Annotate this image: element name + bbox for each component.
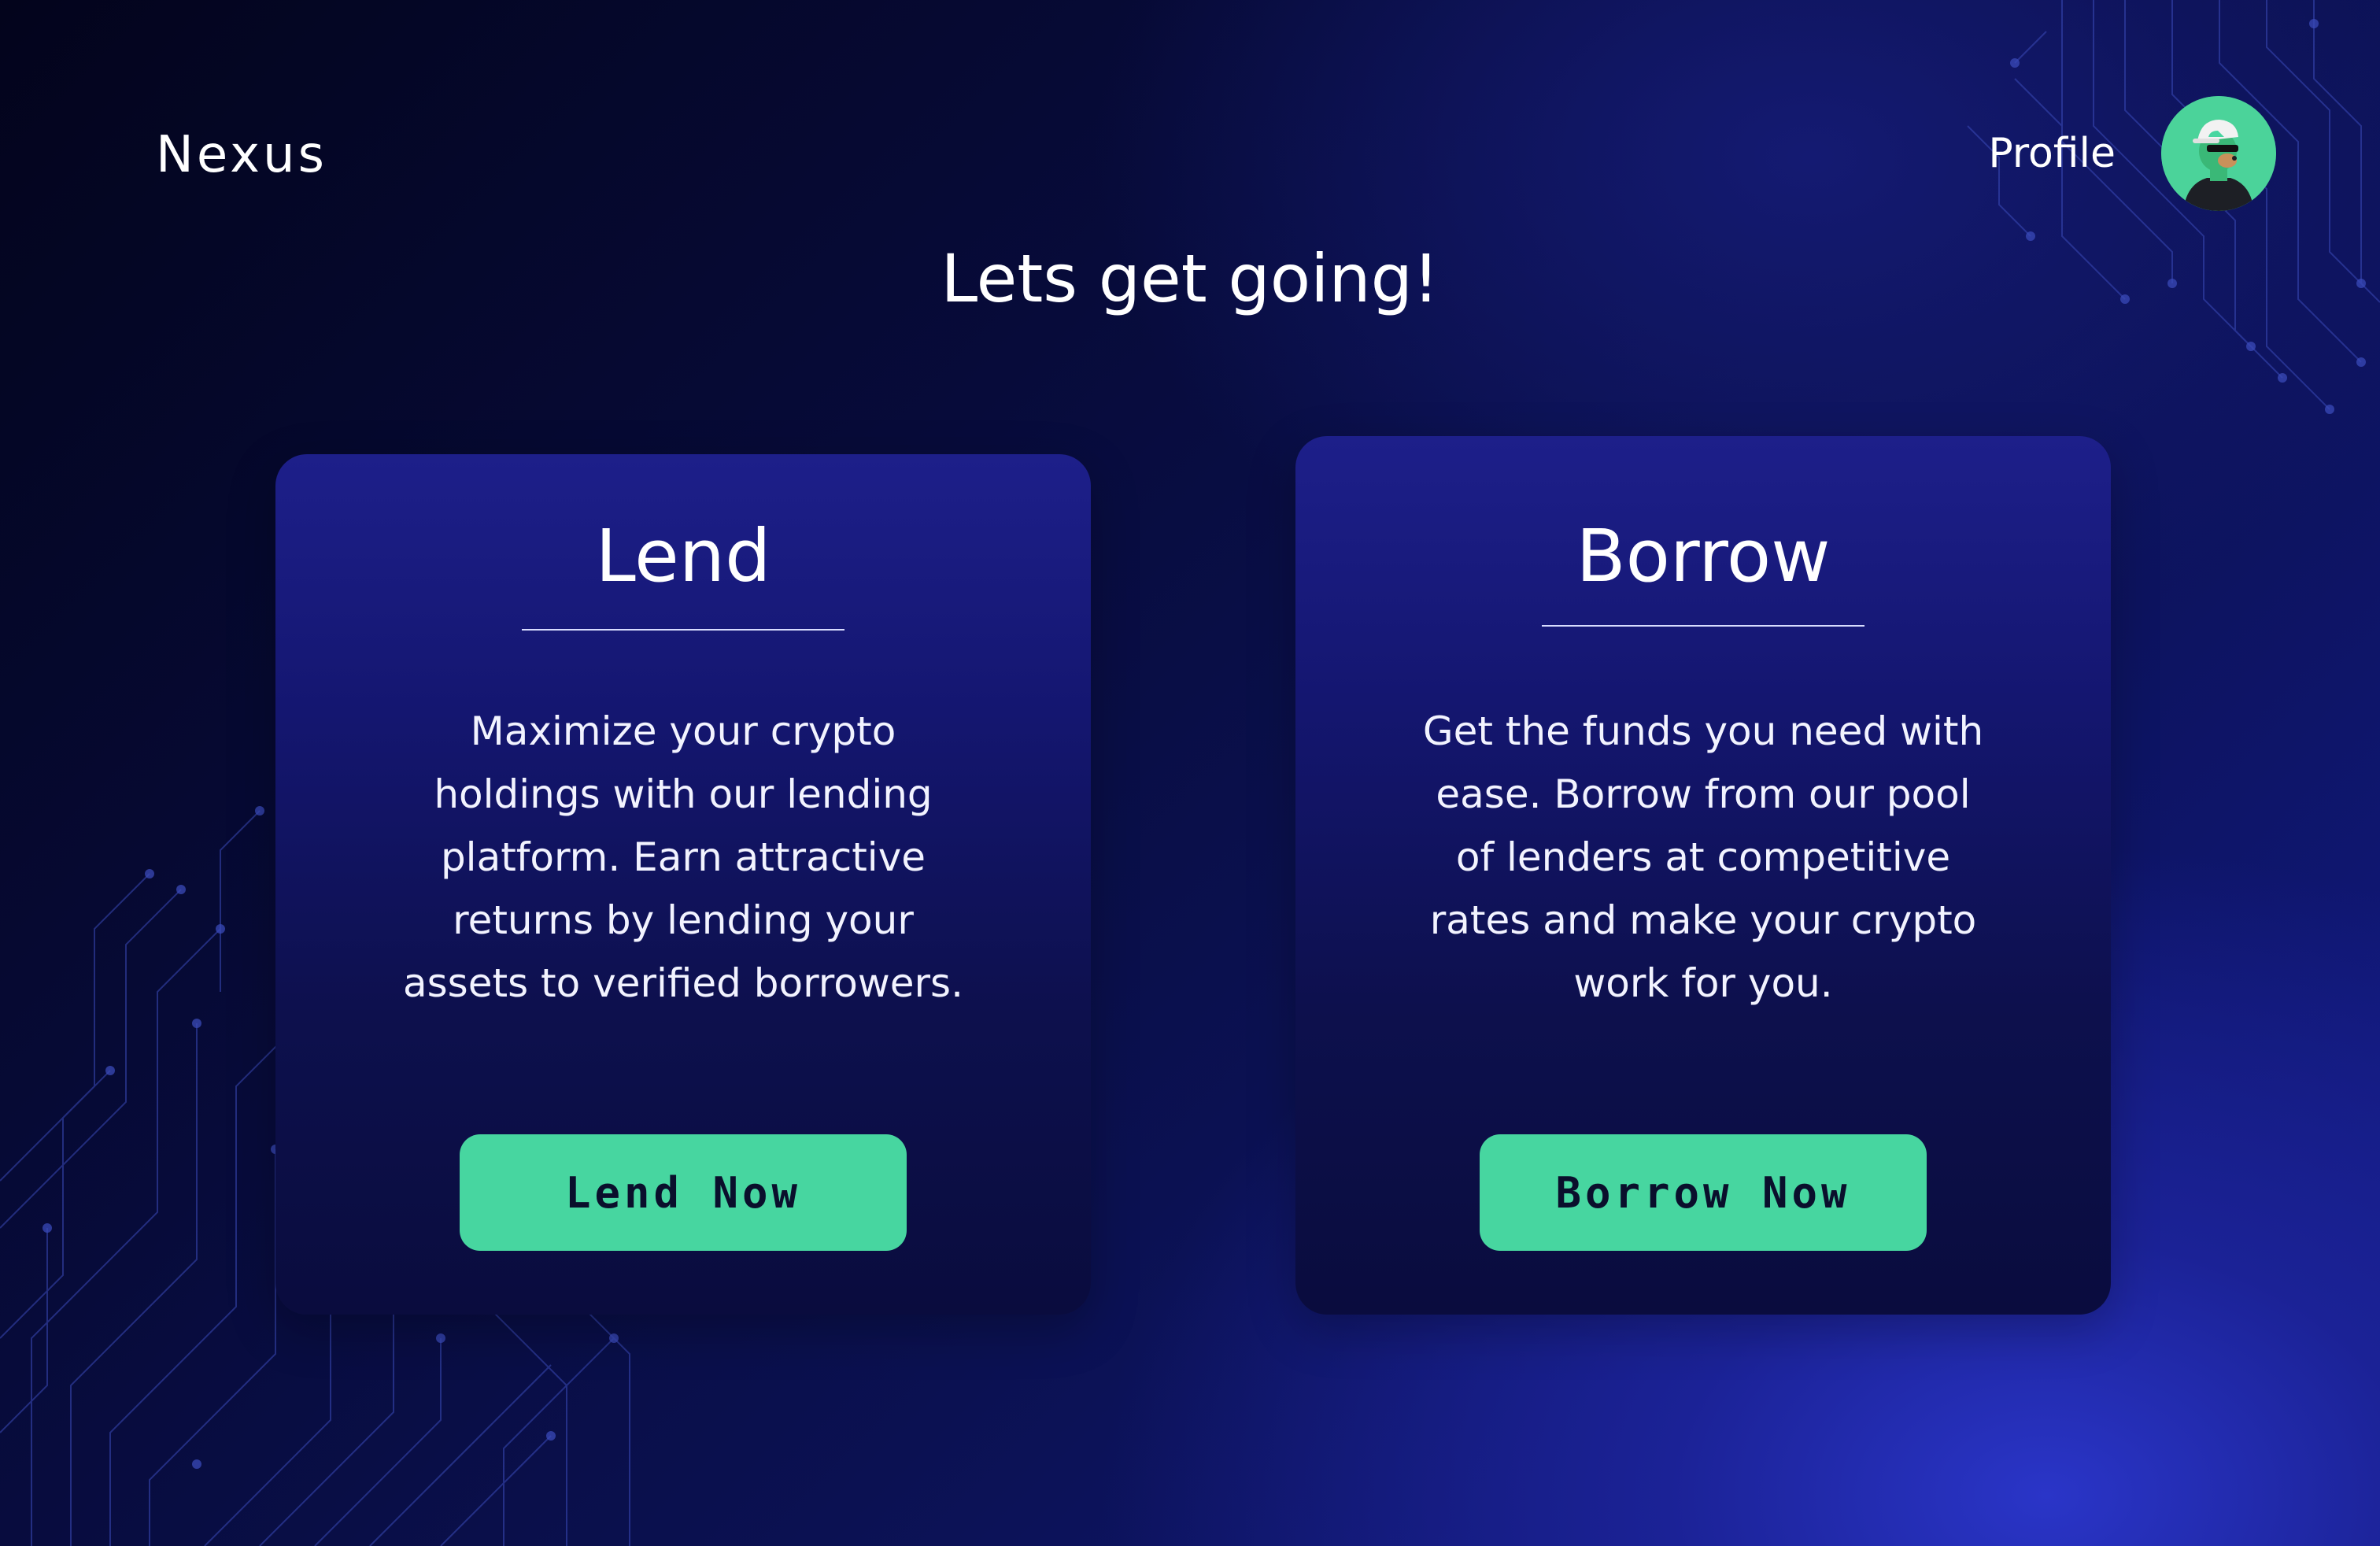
avatar-icon[interactable] bbox=[2161, 96, 2276, 211]
profile-button[interactable]: Profile bbox=[1988, 96, 2276, 211]
borrow-card-title: Borrow bbox=[1576, 514, 1831, 598]
borrow-card-description: Get the funds you need with ease. Borrow… bbox=[1422, 708, 1984, 1006]
brand-logo[interactable]: Nexus bbox=[156, 126, 327, 184]
lend-card-divider bbox=[522, 629, 844, 631]
borrow-card-divider bbox=[1542, 625, 1864, 627]
lend-card: Lend Maximize your crypto holdings with … bbox=[275, 454, 1091, 1315]
borrow-card: Borrow Get the funds you need with ease.… bbox=[1295, 436, 2111, 1315]
profile-label: Profile bbox=[1988, 130, 2116, 177]
lend-card-description: Maximize your crypto holdings with our l… bbox=[402, 708, 964, 1006]
lend-now-button[interactable]: Lend Now bbox=[460, 1134, 907, 1251]
borrow-now-button[interactable]: Borrow Now bbox=[1480, 1134, 1927, 1251]
page-title: Lets get going! bbox=[941, 240, 1439, 317]
lend-card-title: Lend bbox=[595, 514, 771, 598]
